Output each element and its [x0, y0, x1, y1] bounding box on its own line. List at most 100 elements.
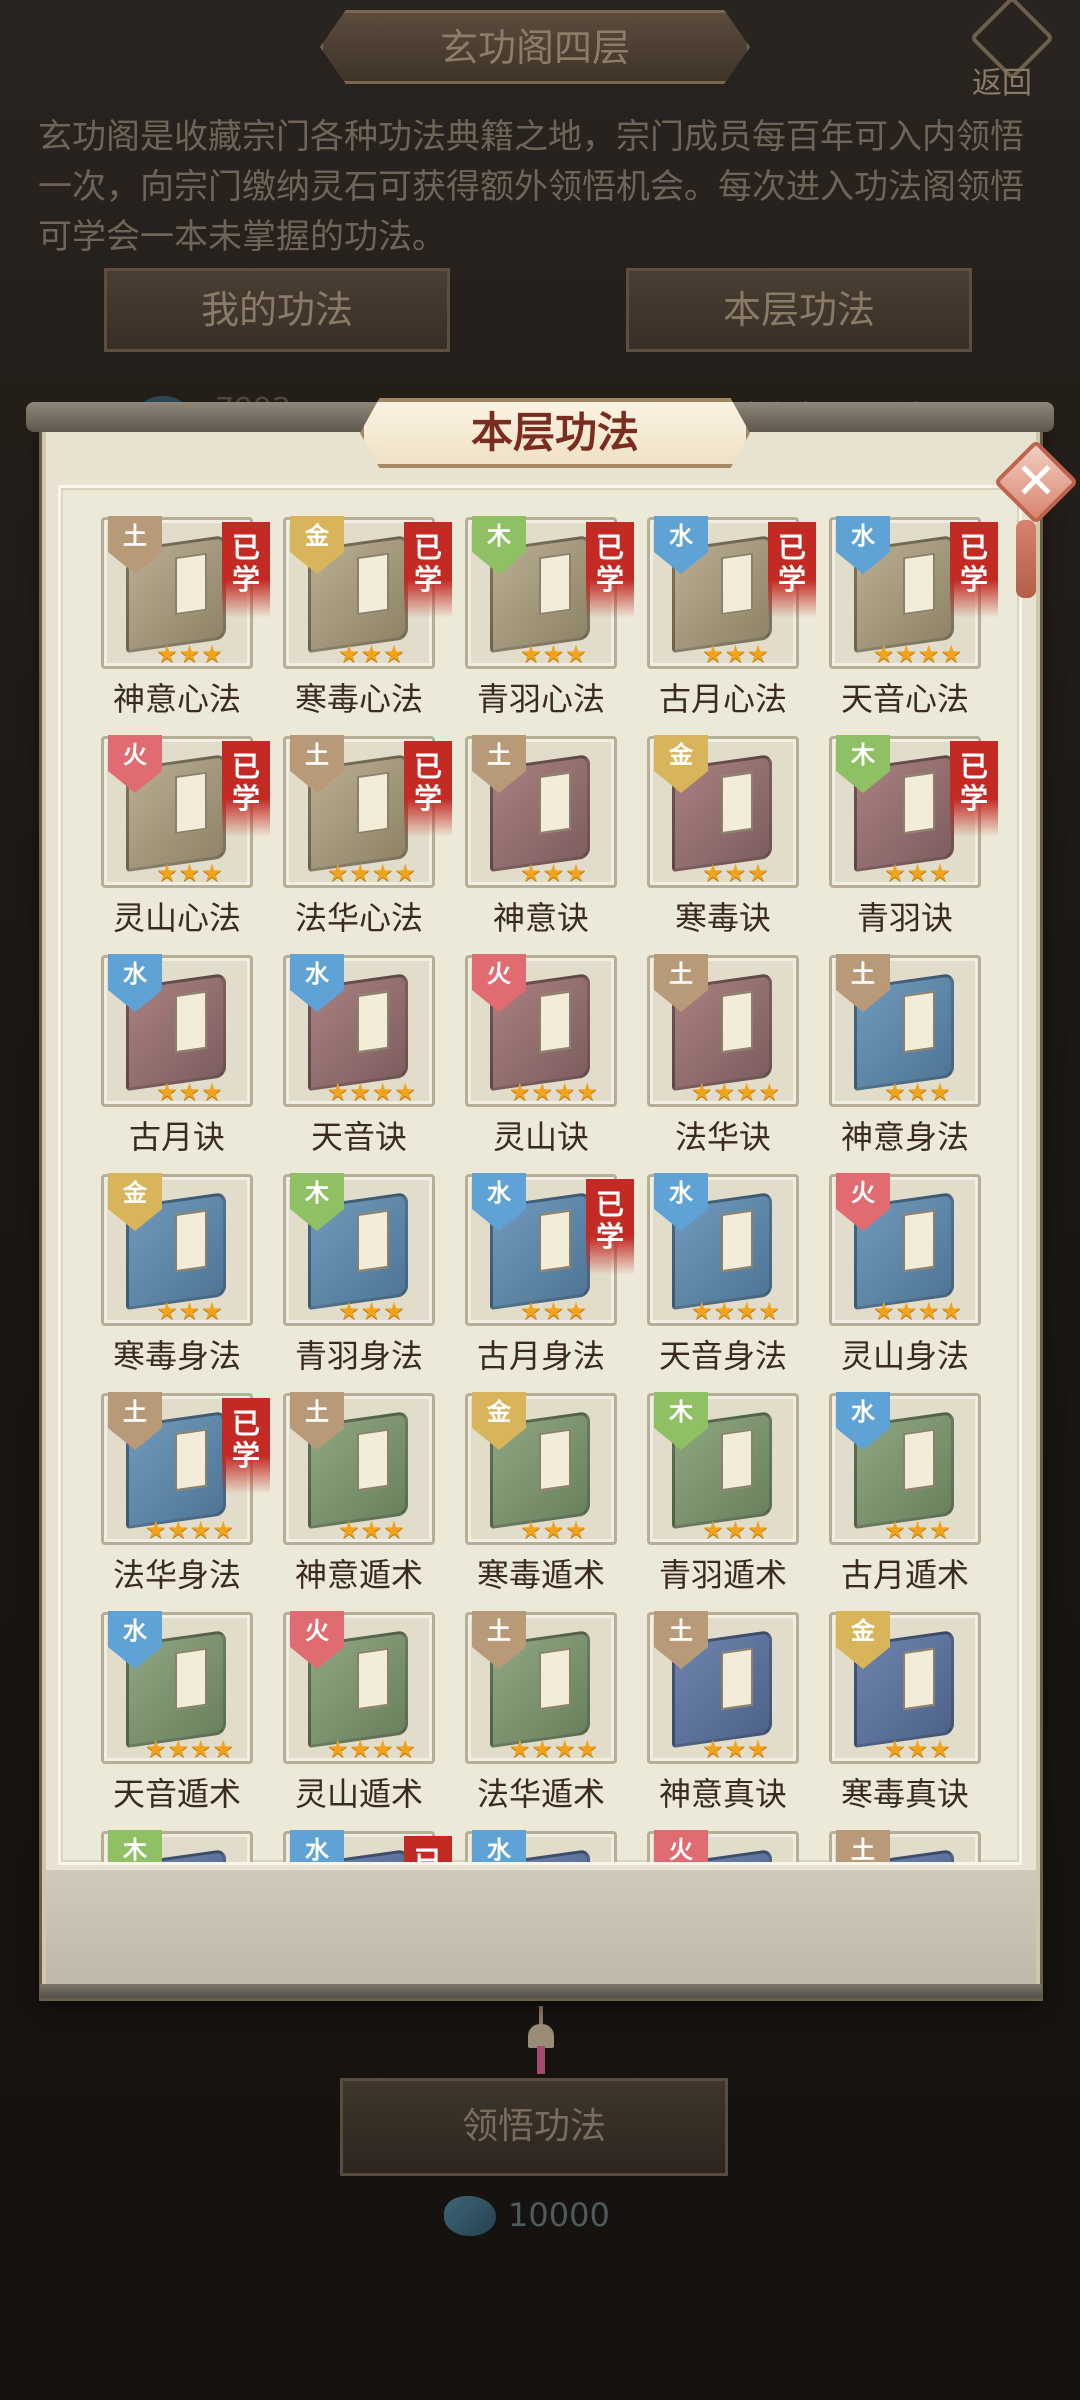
element-badge: 土	[836, 1830, 890, 1862]
skill-card: 土已学 ★★★★	[283, 735, 452, 888]
star-rating: ★★★	[156, 1297, 224, 1325]
scroll-bottom-area	[46, 1870, 1036, 1990]
skill-name: 青羽身法	[294, 1337, 423, 1375]
skill-item[interactable]: 水 ★★★ 古月诀	[91, 954, 273, 1165]
skill-card: 水 ★★★	[101, 954, 253, 1107]
skill-card: 木已学 ★★★	[829, 735, 998, 888]
skill-item[interactable]: 木已学 ★★★ 青羽诀	[819, 735, 1001, 946]
learned-ribbon: 已学	[586, 1179, 634, 1275]
back-label: 返回	[972, 66, 1032, 101]
skill-item[interactable]: 土 ★★★ 神意身法	[819, 954, 1001, 1165]
back-button[interactable]: 返回	[960, 0, 1070, 101]
star-rating: ★★★★	[508, 1078, 600, 1106]
skill-item[interactable]: 水 已学	[273, 1830, 455, 1862]
skill-item[interactable]: 水	[455, 1830, 637, 1862]
skill-card: 土已学 ★★★	[101, 516, 270, 669]
skill-card: 金已学 ★★★	[283, 516, 452, 669]
skill-name: 法华心法	[294, 899, 423, 937]
skill-item[interactable]: 水 ★★★★ 天音身法	[637, 1173, 819, 1384]
skill-card: 土已学 ★★★★	[101, 1392, 270, 1545]
skill-name: 古月遁术	[840, 1556, 969, 1594]
skill-name: 寒毒真诀	[840, 1775, 969, 1813]
skill-card: 土 ★★★★	[465, 1611, 617, 1764]
skill-item[interactable]: 金 ★★★ 寒毒真诀	[819, 1611, 1001, 1822]
star-rating: ★★★	[702, 1516, 770, 1544]
skill-item[interactable]: 土已学 ★★★★ 法华身法	[91, 1392, 273, 1603]
skill-name: 天音身法	[658, 1337, 787, 1375]
star-rating: ★★★	[520, 859, 588, 887]
skills-grid[interactable]: 土已学 ★★★ 神意心法金已学 ★★★ 寒毒心法木已学 ★★★ 青羽心法水已学 ★★★ 古月心法…	[58, 485, 1022, 1865]
skill-item[interactable]: 火 ★★★★ 灵山诀	[455, 954, 637, 1165]
star-rating: ★★★★	[508, 1735, 600, 1763]
skill-item[interactable]: 金已学 ★★★ 寒毒心法	[273, 516, 455, 727]
comprehend-button[interactable]: 领悟功法	[340, 2078, 728, 2176]
tassel-ornament	[1016, 520, 1036, 598]
skill-card: 木	[101, 1830, 253, 1862]
star-rating: ★★★★	[872, 640, 964, 668]
skill-item[interactable]: 木	[91, 1830, 273, 1862]
star-rating: ★★★	[338, 1297, 406, 1325]
skill-item[interactable]: 木 ★★★ 青羽身法	[273, 1173, 455, 1384]
skill-item[interactable]: 土 ★★★ 神意遁术	[273, 1392, 455, 1603]
star-rating: ★★★	[884, 859, 952, 887]
skill-card: 火 ★★★★	[829, 1173, 981, 1326]
skill-item[interactable]: 金 ★★★ 寒毒身法	[91, 1173, 273, 1384]
skill-item[interactable]: 火	[637, 1830, 819, 1862]
star-rating: ★★★	[884, 1516, 952, 1544]
skill-card: 水	[465, 1830, 617, 1862]
star-rating: ★★★	[338, 1516, 406, 1544]
skill-item[interactable]: 水已学 ★★★ 古月身法	[455, 1173, 637, 1384]
star-rating: ★★★	[338, 640, 406, 668]
skill-item[interactable]: 水 ★★★★ 天音遁术	[91, 1611, 273, 1822]
learned-ribbon: 已学	[768, 522, 816, 618]
skill-item[interactable]: 土	[819, 1830, 1001, 1862]
skill-item[interactable]: 火已学 ★★★ 灵山心法	[91, 735, 273, 946]
skill-item[interactable]: 土 ★★★★ 法华遁术	[455, 1611, 637, 1822]
skill-card: 火 ★★★★	[465, 954, 617, 1107]
skill-item[interactable]: 金 ★★★ 寒毒诀	[637, 735, 819, 946]
skill-name: 青羽遁术	[658, 1556, 787, 1594]
skill-item[interactable]: 水已学 ★★★★ 天音心法	[819, 516, 1001, 727]
skill-name: 法华诀	[674, 1118, 771, 1156]
skill-item[interactable]: 土 ★★★ 神意诀	[455, 735, 637, 946]
skill-card: 木 ★★★	[647, 1392, 799, 1545]
star-rating: ★★★★	[144, 1735, 236, 1763]
skill-item[interactable]: 土已学 ★★★★ 法华心法	[273, 735, 455, 946]
skill-item[interactable]: 水已学 ★★★ 古月心法	[637, 516, 819, 727]
tab-floor-skills[interactable]: 本层功法	[626, 268, 972, 352]
skill-item[interactable]: 水 ★★★★ 天音诀	[273, 954, 455, 1165]
skill-item[interactable]: 土 ★★★★ 法华诀	[637, 954, 819, 1165]
skill-name: 古月心法	[658, 680, 787, 718]
learned-ribbon: 已学	[404, 741, 452, 837]
skill-name: 神意诀	[492, 899, 589, 937]
tab-my-skills[interactable]: 我的功法	[104, 268, 450, 352]
close-button[interactable]: ✕	[993, 439, 1079, 525]
skill-card: 土 ★★★	[465, 735, 617, 888]
skill-card: 木 ★★★	[283, 1173, 435, 1326]
comprehend-cost: 10000	[508, 2196, 610, 2234]
element-badge: 水	[472, 1830, 526, 1862]
skill-item[interactable]: 火 ★★★★ 灵山遁术	[273, 1611, 455, 1822]
skill-name: 神意遁术	[294, 1556, 423, 1594]
skill-item[interactable]: 金 ★★★ 寒毒遁术	[455, 1392, 637, 1603]
modal-title: 本层功法	[360, 398, 750, 468]
skill-name: 天音心法	[840, 680, 969, 718]
star-rating: ★★★	[702, 859, 770, 887]
skill-item[interactable]: 水 ★★★ 古月遁术	[819, 1392, 1001, 1603]
skill-item[interactable]: 土 ★★★ 神意真诀	[637, 1611, 819, 1822]
skill-card: 火 ★★★★	[283, 1611, 435, 1764]
star-rating: ★★★	[156, 640, 224, 668]
skill-item[interactable]: 木 ★★★ 青羽遁术	[637, 1392, 819, 1603]
skill-item[interactable]: 火 ★★★★ 灵山身法	[819, 1173, 1001, 1384]
skill-card: 水已学 ★★★	[465, 1173, 634, 1326]
skill-card: 水 ★★★★	[283, 954, 435, 1107]
skill-name: 灵山心法	[112, 899, 241, 937]
star-rating: ★★★	[520, 640, 588, 668]
learned-ribbon: 已学	[404, 1836, 452, 1862]
star-rating: ★★★★	[326, 1735, 418, 1763]
spirit-stone-icon	[444, 2196, 496, 2236]
page-title: 玄功阁四层	[320, 10, 750, 84]
skill-item[interactable]: 木已学 ★★★ 青羽心法	[455, 516, 637, 727]
skill-name: 神意身法	[840, 1118, 969, 1156]
skill-item[interactable]: 土已学 ★★★ 神意心法	[91, 516, 273, 727]
